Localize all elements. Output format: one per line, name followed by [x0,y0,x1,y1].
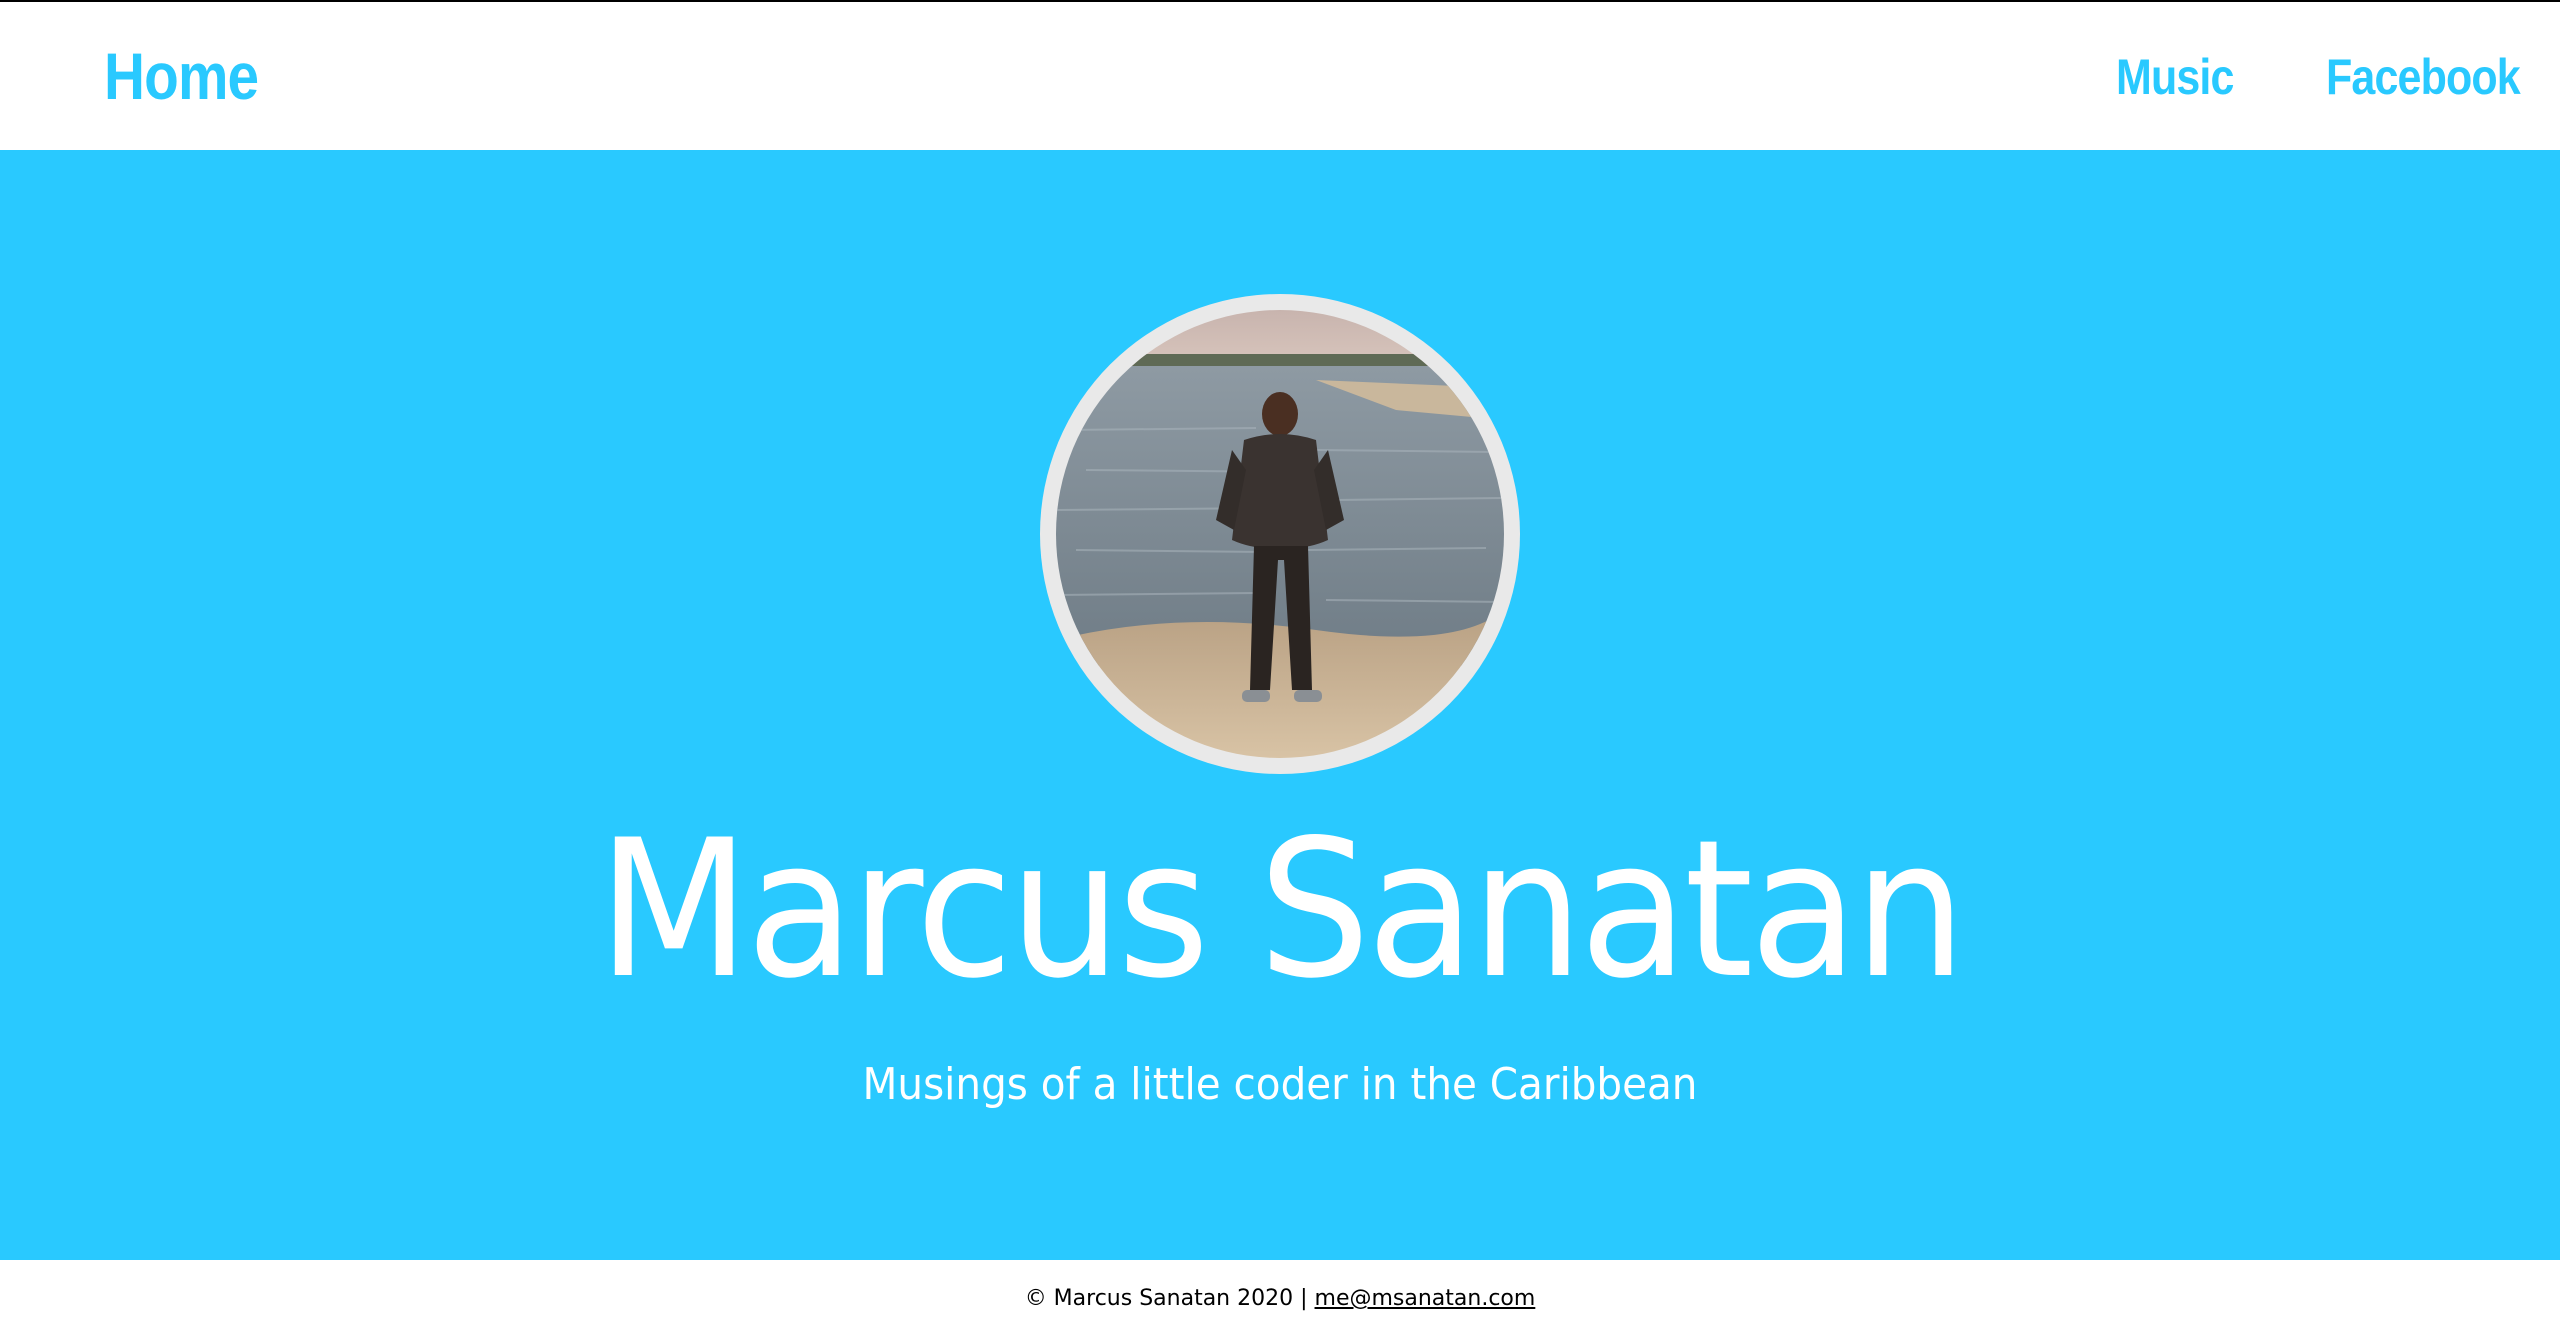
nav-facebook-link[interactable]: Facebook [2326,48,2521,106]
nav-music-link[interactable]: Music [2116,48,2234,106]
footer-email-link[interactable]: me@msanatan.com [1315,1286,1536,1311]
hero-section: Marcus Sanatan Musings of a little coder… [0,150,2560,1260]
avatar [1056,310,1504,758]
navbar: Home Music Facebook [0,2,2560,150]
avatar-photo [1056,310,1504,758]
footer: © Marcus Sanatan 2020 | me@msanatan.com [0,1260,2560,1334]
footer-copyright: © Marcus Sanatan 2020 | [1024,1286,1315,1311]
avatar-ring [1040,294,1520,774]
page-subtitle: Musings of a little coder in the Caribbe… [862,1059,1698,1110]
page-title: Marcus Sanatan [597,799,1966,1020]
nav-home-link[interactable]: Home [104,38,259,114]
